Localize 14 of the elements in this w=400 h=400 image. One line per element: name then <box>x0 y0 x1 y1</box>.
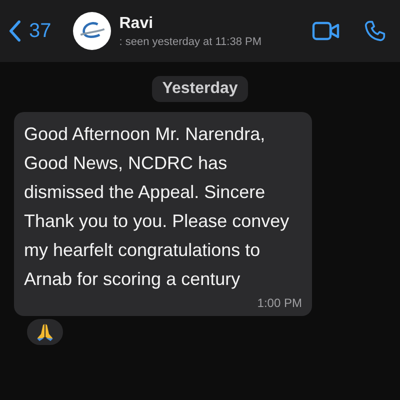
contact-name[interactable]: Ravi <box>119 14 312 32</box>
date-chip: Yesterday <box>152 76 248 102</box>
message-time: 1:00 PM <box>256 296 302 310</box>
reaction-badge[interactable] <box>26 318 64 346</box>
praying-hands-icon <box>35 322 55 342</box>
message-text: Good Afternoon Mr. Narendra, Good News, NCDRC has dismissed the Appeal. Sincere Thank you to you. Please convey my hearfelt congratulations to Arnab for scoring a century <box>24 123 290 291</box>
phone-call-icon[interactable] <box>364 20 386 42</box>
last-seen-status: : seen yesterday at 11:38 PM <box>119 36 263 48</box>
contact-avatar[interactable] <box>73 12 112 50</box>
unread-count: 37 <box>29 20 52 42</box>
message-bubble[interactable]: Good Afternoon Mr. Narendra, Good News, NCDRC has dismissed the Appeal. Sincere Thank you to you. Please convey my hearfelt congratulations to Arnab for scoring a century 1:00 PM <box>14 112 312 316</box>
back-button[interactable]: 37 <box>8 20 52 42</box>
chevron-left-icon <box>8 20 21 42</box>
video-call-icon[interactable] <box>312 21 340 41</box>
